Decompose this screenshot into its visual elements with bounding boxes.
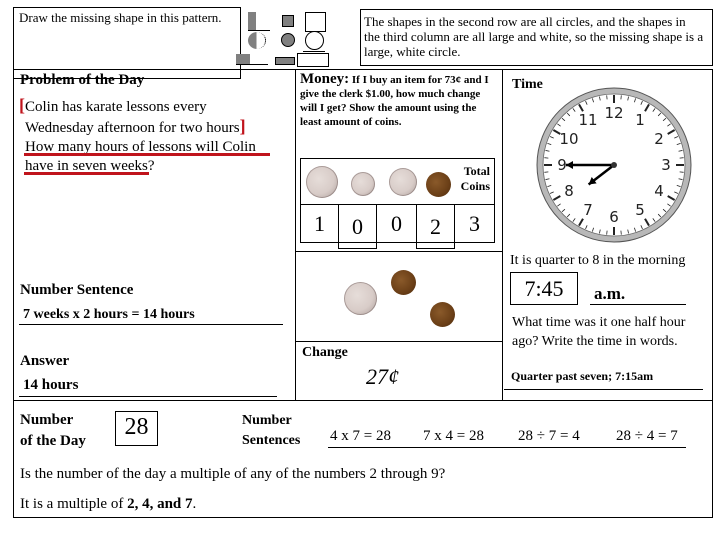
number-sentences-underline [328,447,686,448]
clock-number-3: 3 [661,156,671,174]
divider-left [295,69,296,400]
change-penny-coin-icon-2 [430,302,455,327]
multiple-answer-values: 2, 4, and 7 [127,496,193,512]
analog-clock: 12 12 3 45678 9 1011 [536,87,692,243]
number-of-day-box: 28 [115,411,158,446]
number-sentence-2: 7 x 4 = 28 [423,428,484,444]
nickel-count: 0 [391,210,402,236]
pattern-explanation: The shapes in the second row are all cir… [364,14,704,59]
problem-text: [Colin has karate lessons every Wednesda… [19,96,256,176]
clock-center-pin [611,162,617,168]
number-sentence-1: 4 x 7 = 28 [330,428,391,444]
shape-large-flat-rect [297,53,329,67]
clock-number-12: 12 [604,104,623,122]
number-of-day-value: 28 [124,414,149,440]
change-value: 27¢ [366,364,399,389]
clock-number-2: 2 [654,130,664,148]
pattern-explanation-box: The shapes in the second row are all cir… [360,9,713,66]
number-sentences-label: Number Sentences [242,413,301,448]
problem-line-1: [Colin has karate lessons every [19,95,207,116]
clock-number-9: 9 [557,156,567,174]
clock-number-10: 10 [559,130,578,148]
shape-small-circle [281,33,295,47]
total-count: 3 [469,210,480,236]
coin-table: Total Coins 1 0 0 2 3 [300,158,495,249]
quarter-coin-icon [306,166,338,198]
number-sentences-list: 4 x 7 = 28 7 x 4 = 28 28 ÷ 7 = 4 28 ÷ 4 = 7 [330,428,678,445]
total-coins-label: Total Coins [460,164,490,193]
underline-question-1 [24,153,270,156]
number-sentence-3: 28 ÷ 7 = 4 [518,428,580,444]
shape-wide-rect [236,54,250,64]
shape-half-circle [248,32,266,49]
bracket-close: ] [239,116,246,136]
number-sentence-4: 28 ÷ 4 = 7 [616,428,678,444]
time-answer-underline [504,389,703,390]
shape-small-flat-rect [275,57,295,65]
clock-number-11: 11 [578,111,597,129]
time-answer: Quarter past seven; 7:15am [511,369,654,383]
clock-number-6: 6 [609,208,619,226]
answer-value: 14 hours [23,377,79,393]
meridiem: a.m. [594,284,626,303]
dime-count: 0 [338,204,377,249]
problem-line-2: Wednesday afternoon for two hours] [25,116,246,137]
money-question-block: Money: If I buy an item for 73¢ and I gi… [300,72,498,129]
coin-counts-row: 1 0 0 2 3 [301,204,494,249]
money-divider-2 [295,341,503,342]
underline-question-2 [24,172,149,175]
number-sentence-value: 7 weeks x 2 hours = 14 hours [23,307,195,322]
answer-label: Answer [20,353,70,369]
clock-number-8: 8 [564,182,574,200]
dime-coin-icon [351,172,375,196]
divider-bottom-row [13,400,713,401]
money-divider-1 [295,251,503,252]
penny-coin-icon [426,172,451,197]
meridiem-underline [590,304,686,305]
money-label: Money: [300,71,350,87]
nickel-coin-icon [389,168,417,196]
digital-time: 7:45 [524,276,564,301]
answer-underline [19,396,277,397]
clock-number-7: 7 [583,201,593,219]
clock-number-1: 1 [635,111,645,129]
multiple-question: Is the number of the day a multiple of a… [20,466,446,482]
change-label: Change [302,345,348,360]
quarter-count: 1 [314,210,325,236]
digital-time-box: 7:45 [510,272,578,305]
time-statement: It is quarter to 8 in the morning [510,253,686,268]
time-question: What time was it one half hour ago? Writ… [512,315,686,349]
clock-number-4: 4 [654,182,664,200]
shape-large-circle [305,31,324,50]
shape-wide-rect-base [236,64,268,65]
penny-count: 2 [416,204,455,249]
multiple-answer: It is a multiple of 2, 4, and 7. [20,496,197,512]
clock-number-5: 5 [635,201,645,219]
shape-tall-rect-base [248,30,270,31]
pattern-grid [236,10,336,70]
number-sentence-label: Number Sentence [20,282,134,298]
shape-small-square [282,15,294,27]
shape-large-square [305,12,326,32]
change-quarter-coin-icon [344,282,377,315]
shape-large-circle-base [303,51,325,52]
change-penny-coin-icon-1 [391,270,416,295]
problem-title: Problem of the Day [20,72,145,88]
pattern-prompt: Draw the missing shape in this pattern. [19,10,222,25]
number-sentence-underline [19,324,283,325]
divider-right [502,69,503,400]
number-of-day-label: Number of the Day [20,412,86,449]
shape-tall-rect [248,12,256,30]
